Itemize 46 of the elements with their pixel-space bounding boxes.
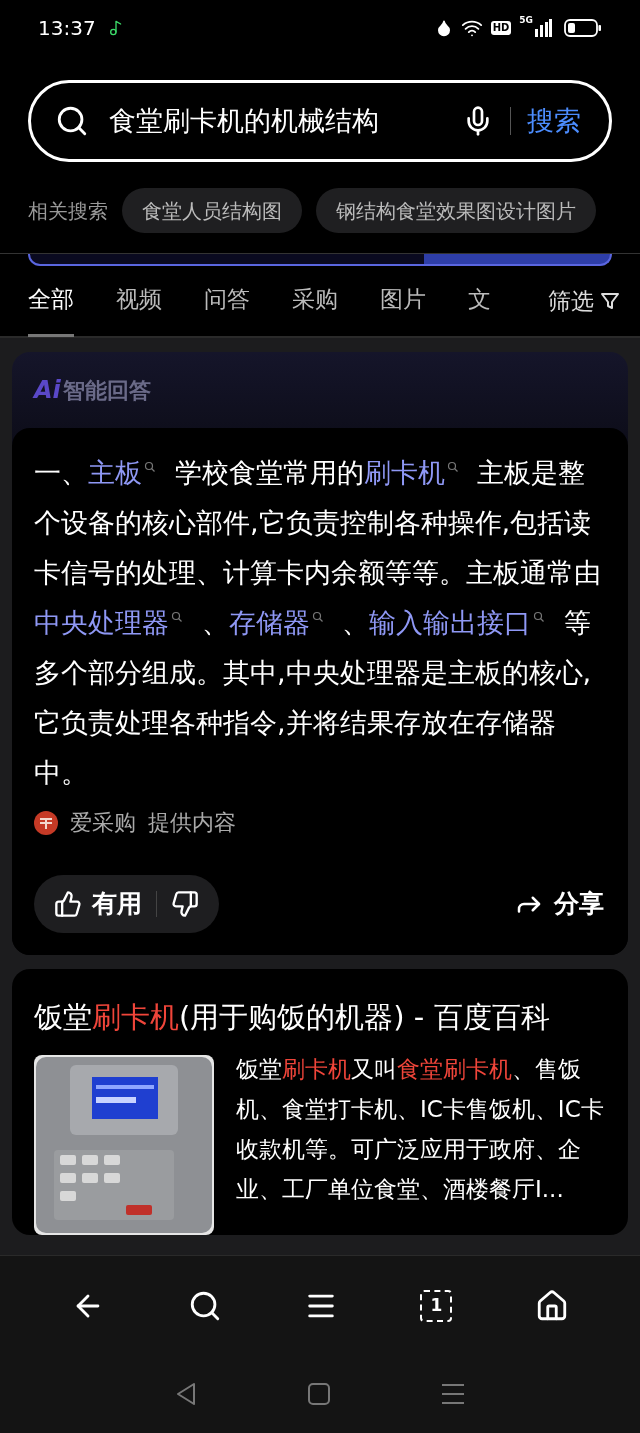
search-query: 食堂刷卡机的机械结构 (109, 103, 380, 138)
search-icon (311, 611, 324, 623)
thumbs-down-icon (171, 890, 199, 918)
category-tab[interactable]: 采购 (292, 265, 338, 337)
category-tab[interactable]: 文 (468, 265, 491, 337)
ai-logo: Ai (34, 375, 61, 406)
search-icon (144, 461, 156, 473)
answer-paragraph: 一、主板 学校食堂常用的刷卡机 主板是整个设备的核心部件,它负责控制各种操作,包括读卡信号的处理、计算卡内余额等等。主板通常由 中央处理器 、存储器 、输入输出接口 等多个部分组成。其中,中央处理器是主板的核心,它负责处理各种指令,并将结果存放在存储器中。 (34, 454, 602, 790)
search-button[interactable]: 搜索 (527, 100, 585, 142)
thumbs-up-icon (54, 890, 82, 918)
ai-answer-title: 智能回答 (62, 376, 151, 405)
back-triangle-icon[interactable] (175, 1382, 198, 1406)
tabs-button[interactable]: 1 (420, 1289, 453, 1322)
network-label: 5G (519, 14, 533, 27)
search-field[interactable]: 食堂刷卡机的机械结构 搜索 (28, 80, 612, 162)
source-logo-icon (34, 810, 58, 835)
category-tab[interactable]: 视频 (116, 265, 162, 337)
answer-link[interactable]: 刷卡机 (363, 455, 459, 491)
related-label: 相关搜索 (28, 197, 108, 225)
answer-link[interactable]: 主板 (88, 455, 156, 491)
search-icon (533, 611, 546, 623)
music-note-icon (107, 20, 124, 36)
recents-lines-icon[interactable] (440, 1383, 465, 1405)
search-icon (446, 461, 459, 473)
battery-icon (564, 19, 602, 37)
hd-badge: HD (490, 21, 512, 35)
category-tab[interactable]: 图片 (380, 265, 426, 337)
funnel-icon (600, 291, 620, 311)
related-chip[interactable]: 食堂人员结构图 (122, 188, 302, 233)
source-note: 提供内容 (148, 809, 236, 837)
result-title[interactable]: 饭堂刷卡机(用于购饭的机器) - 百度百科 (34, 995, 606, 1039)
answer-link[interactable]: 输入输出接口 (369, 605, 546, 641)
related-chip[interactable]: 钢结构食堂效果图设计图片 (316, 188, 596, 233)
status-time: 13:37 (38, 15, 96, 42)
search-icon (55, 104, 89, 138)
result-snippet: 饭堂刷卡机又叫食堂刷卡机、售饭机、食堂打卡机、IC卡售饭机、IC卡收款机等。可广泛应用于政府、企业、工厂单位食堂、酒楼餐厅I... (236, 1055, 605, 1204)
filter-button[interactable]: 筛选 (548, 283, 620, 319)
search-icon (171, 611, 183, 623)
share-button[interactable]: 分享 (514, 885, 606, 923)
source-name[interactable]: 爱采购 (70, 806, 136, 839)
category-tab[interactable]: 问答 (204, 265, 250, 337)
signal-icon (534, 19, 552, 37)
dislike-button[interactable] (171, 890, 199, 918)
home-square-icon[interactable] (308, 1383, 330, 1405)
answer-link[interactable]: 存储器 (228, 605, 324, 641)
answer-link[interactable]: 中央处理器 (34, 605, 183, 641)
